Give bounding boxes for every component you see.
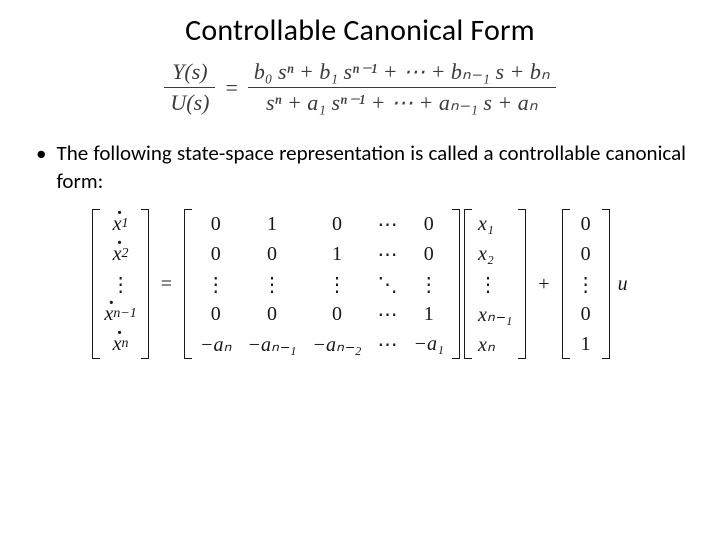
bracket-left: [92, 209, 100, 359]
equals-sign: =: [161, 273, 172, 296]
a-r2c2: 0: [240, 243, 305, 266]
bracket-left: [562, 209, 570, 359]
bracket-right: [141, 209, 149, 359]
a-r1c5: 0: [405, 213, 451, 236]
b-5: 1: [570, 333, 602, 356]
xdot-2: x2: [100, 243, 140, 266]
b-vdots: ⋮: [570, 272, 602, 297]
tf-right-den: sⁿ + a₁ sⁿ⁻¹ + ⋯ + aₙ₋₁ s + aₙ: [260, 90, 544, 116]
input-u: u: [618, 273, 628, 296]
slide: Controllable Canonical Form Y(s) U(s) = …: [0, 0, 720, 540]
xdot-vector: x1 x2 ⋮ xn−1 xn: [92, 209, 148, 359]
a-r1c1: 0: [192, 213, 239, 236]
a-r3c4: ⋱: [369, 272, 405, 297]
tf-left-den: U(s): [164, 90, 215, 116]
a-r4c5: 1: [405, 303, 451, 326]
x-2: x₂: [472, 243, 518, 266]
bullet-marker: •: [36, 139, 46, 167]
vdots: ⋮: [100, 272, 140, 297]
b-1: 0: [570, 213, 602, 236]
plus-sign: +: [538, 273, 549, 296]
a-matrix: 0 0 ⋮ 0 −aₙ 1 0 ⋮ 0 −aₙ₋₁ 0 1 ⋮ 0 −aₙ₋₂: [184, 209, 460, 359]
bullet-text: The following state-space representation…: [56, 139, 686, 196]
b-4: 0: [570, 303, 602, 326]
a-r2c4: ⋯: [369, 242, 405, 267]
a-r1c4: ⋯: [369, 212, 405, 237]
tf-left-fraction: Y(s) U(s): [164, 59, 215, 117]
tf-right-fraction: b₀ sⁿ + b₁ sⁿ⁻¹ + ⋯ + bₙ₋₁ s + bₙ sⁿ + a…: [248, 59, 556, 117]
b-2: 0: [570, 243, 602, 266]
xdot-n: xn: [100, 333, 140, 356]
fraction-bar: [248, 87, 556, 88]
a-r1c3: 0: [305, 213, 370, 236]
bracket-right: [518, 209, 526, 359]
bracket-right: [602, 209, 610, 359]
a-r5c5: −a₁: [405, 333, 451, 356]
a-r2c3: 1: [305, 243, 370, 266]
a-r3c1: ⋮: [192, 272, 239, 297]
bracket-left: [464, 209, 472, 359]
a-r1c2: 1: [240, 213, 305, 236]
a-r3c3: ⋮: [305, 272, 370, 297]
a-r5c3: −aₙ₋₂: [305, 332, 370, 357]
b-vector: 0 0 ⋮ 0 1: [562, 209, 610, 359]
bracket-left: [184, 209, 192, 359]
x-vdots: ⋮: [472, 272, 518, 297]
a-r4c3: 0: [305, 303, 370, 326]
bullet-item: • The following state-space representati…: [34, 139, 686, 196]
x-n: xₙ: [472, 332, 518, 357]
tf-left-num: Y(s): [166, 59, 213, 85]
a-r2c5: 0: [405, 243, 451, 266]
bracket-right: [452, 209, 460, 359]
a-r2c1: 0: [192, 243, 239, 266]
equals-sign: =: [225, 75, 237, 101]
tf-right-num: b₀ sⁿ + b₁ sⁿ⁻¹ + ⋯ + bₙ₋₁ s + bₙ: [248, 59, 556, 85]
x-n-1: xₙ₋₁: [472, 302, 518, 327]
fraction-bar: [164, 87, 215, 88]
a-r4c2: 0: [240, 303, 305, 326]
a-r5c4: ⋯: [369, 332, 405, 357]
a-r5c1: −aₙ: [192, 332, 239, 357]
a-r5c2: −aₙ₋₁: [240, 332, 305, 357]
x-1: x₁: [472, 213, 518, 236]
x-vector: x₁ x₂ ⋮ xₙ₋₁ xₙ: [464, 209, 526, 359]
a-r3c2: ⋮: [240, 272, 305, 297]
a-r4c1: 0: [192, 303, 239, 326]
transfer-function: Y(s) U(s) = b₀ sⁿ + b₁ sⁿ⁻¹ + ⋯ + bₙ₋₁ s…: [30, 59, 690, 117]
slide-title: Controllable Canonical Form: [30, 12, 690, 49]
a-r4c4: ⋯: [369, 302, 405, 327]
a-r3c5: ⋮: [405, 272, 451, 297]
state-equation: x1 x2 ⋮ xn−1 xn = 0 0 ⋮ 0 −aₙ 1 0 ⋮: [30, 209, 690, 359]
